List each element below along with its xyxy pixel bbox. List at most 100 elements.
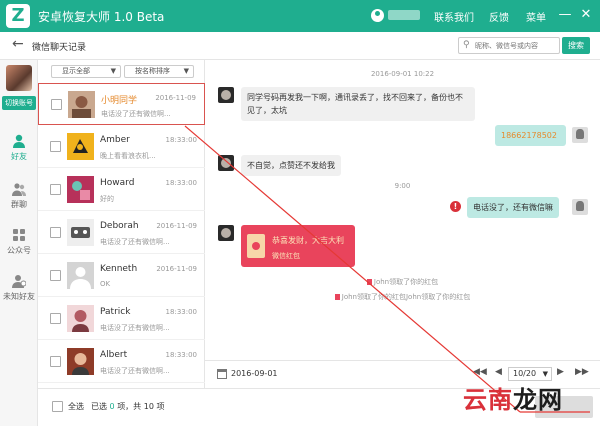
feedback-link[interactable]: 反馈: [489, 9, 509, 24]
first-page-icon[interactable]: ◀◀: [473, 367, 487, 377]
nav-item-friends[interactable]: 好友: [0, 130, 38, 170]
system-message-text: John领取了你的红包: [373, 278, 439, 286]
chat-timestamp: 2016-09-01 10:22: [370, 70, 435, 78]
system-message-text: John领取了你的红包John领取了你的红包: [341, 293, 471, 301]
contact-avatar: [67, 305, 94, 332]
contact-time: 18:33:00: [165, 136, 197, 144]
watermark: 云南龙网: [463, 380, 563, 415]
contact-us-link[interactable]: 联系我们: [434, 9, 474, 24]
my-chat-avatar: [572, 199, 588, 215]
page-select[interactable]: 10/20 ▼: [508, 367, 552, 381]
contact-checkbox[interactable]: [50, 141, 61, 152]
contact-last-message: 晚上看看浪衣机...: [100, 152, 156, 160]
person-icon: [13, 134, 25, 148]
outgoing-message: 18662178502: [495, 125, 566, 146]
account-avatar[interactable]: [6, 65, 32, 91]
grid-icon: [13, 229, 25, 241]
select-all-checkbox[interactable]: [52, 401, 63, 412]
contact-checkbox[interactable]: [50, 227, 61, 238]
nav-item-official-accounts[interactable]: 公众号: [0, 224, 38, 264]
contact-checkbox[interactable]: [50, 270, 61, 281]
contact-checkbox[interactable]: [50, 184, 61, 195]
message-line: 同学号码再发我一下啊，通讯录丢了，找不回来了，备份也不: [247, 93, 463, 102]
contact-item[interactable]: Kenneth 2016-11-09 OK: [38, 255, 205, 297]
contact-last-message: 电话没了还有微信啊...: [101, 110, 171, 118]
last-page-icon[interactable]: ▶▶: [575, 367, 589, 377]
contact-name: Kenneth: [100, 264, 138, 274]
nav-item-groups[interactable]: 群聊: [0, 178, 38, 218]
my-chat-avatar: [572, 127, 588, 143]
contact-last-message: 电话没了还有微信啊...: [100, 367, 170, 375]
contact-avatar: [68, 91, 95, 118]
selected-count: 0: [109, 402, 115, 411]
contact-last-message: OK: [100, 280, 111, 288]
calendar-icon[interactable]: [217, 369, 227, 379]
incoming-message: 同学号码再发我一下啊，通讯录丢了，找不回来了，备份也不 见了，太坑: [241, 87, 475, 121]
menu-link[interactable]: 菜单: [526, 9, 546, 24]
contact-avatar: [67, 133, 94, 160]
red-packet-icon: [247, 234, 265, 258]
chat-timestamp: 9:00: [394, 182, 411, 190]
contact-checkbox[interactable]: [51, 99, 62, 110]
select-all-label[interactable]: 全选: [68, 401, 84, 412]
contact-checkbox[interactable]: [50, 313, 61, 324]
search-button[interactable]: 搜索: [562, 37, 590, 54]
contact-chat-avatar: [218, 225, 234, 241]
title-bar: Z 安卓恢复大师 1.0 Beta ***** 联系我们 反馈 菜单 — ✕: [0, 0, 600, 32]
sort-select[interactable]: 按名称排序 ▼: [124, 65, 194, 78]
switch-account-button[interactable]: 切换账号: [2, 96, 36, 110]
incoming-message: 不自觉，点赞还不发给我: [241, 155, 341, 176]
minimize-icon[interactable]: —: [556, 6, 574, 24]
app-title: 安卓恢复大师 1.0 Beta: [38, 10, 165, 24]
outgoing-message: 电话没了，还有微信嘛: [467, 197, 559, 218]
close-icon[interactable]: ✕: [577, 6, 595, 24]
red-packet-icon: [334, 294, 340, 300]
contact-name: Patrick: [100, 307, 131, 317]
page-header: ← 微信聊天记录 ⚲ 搜索: [0, 32, 600, 60]
nav-label: 好友: [11, 152, 27, 161]
selection-summary: 已选 0 项，共 10 项: [91, 401, 164, 412]
contact-item[interactable]: Howard 18:33:00 好的: [38, 169, 205, 211]
page-value: 10/20: [513, 369, 537, 378]
system-message: John领取了你的红包: [205, 277, 600, 287]
send-failed-icon: !: [450, 201, 461, 212]
contact-item[interactable]: Amber 18:33:00 晚上看看浪衣机...: [38, 126, 205, 168]
contact-item[interactable]: Albert 18:33:00 电话没了还有微信啊...: [38, 341, 205, 383]
page-title: 微信聊天记录: [32, 43, 87, 53]
contact-time: 2016-11-09: [156, 265, 197, 273]
summary-text: 已选: [91, 402, 107, 411]
contact-name: Albert: [100, 350, 128, 360]
app-logo: Z: [6, 4, 30, 28]
show-filter-select[interactable]: 显示全部 ▼: [51, 65, 121, 78]
contact-avatar: [67, 348, 94, 375]
contact-avatar: [67, 219, 94, 246]
contact-item[interactable]: Patrick 18:33:00 电话没了还有微信啊...: [38, 298, 205, 340]
left-nav: 切换账号 好友 群聊 公众号 未知好友: [0, 60, 38, 426]
contact-item[interactable]: 小明同学 2016-11-09 电话没了还有微信啊...: [38, 83, 205, 125]
search-box[interactable]: ⚲: [458, 37, 560, 54]
contact-checkbox[interactable]: [50, 356, 61, 367]
contact-time: 2016-11-09: [156, 222, 197, 230]
contact-name: Deborah: [100, 221, 139, 231]
user-icon[interactable]: [371, 9, 384, 22]
chat-date[interactable]: 2016-09-01: [231, 369, 278, 378]
chevron-down-icon: ▼: [110, 67, 116, 75]
next-page-icon[interactable]: ▶: [557, 367, 564, 377]
contact-time: 2016-11-09: [155, 94, 196, 102]
nav-item-unknown-friends[interactable]: 未知好友: [0, 270, 38, 310]
contact-item[interactable]: Deborah 2016-11-09 电话没了还有微信啊...: [38, 212, 205, 254]
group-icon: [12, 183, 26, 196]
back-arrow-icon[interactable]: ←: [12, 36, 24, 52]
contact-time: 18:33:00: [165, 179, 197, 187]
red-packet-message[interactable]: 恭喜发财，大吉大利 微信红包: [241, 225, 355, 267]
red-packet-label: 微信红包: [272, 252, 300, 260]
prev-page-icon[interactable]: ◀: [495, 367, 502, 377]
red-packet-icon: [366, 279, 372, 285]
user-name[interactable]: *****: [388, 10, 420, 20]
contact-name: Howard: [100, 178, 135, 188]
search-input[interactable]: [475, 39, 557, 52]
summary-text: 项: [156, 402, 165, 411]
watermark-text: 龙网: [513, 386, 563, 414]
nav-label: 群聊: [11, 200, 27, 209]
red-packet-title: 恭喜发财，大吉大利: [272, 236, 344, 245]
